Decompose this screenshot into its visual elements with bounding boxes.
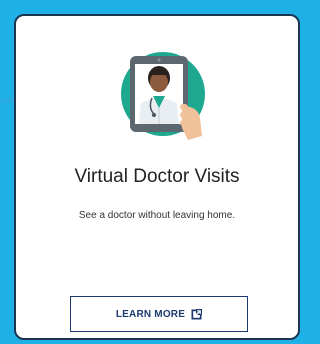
card-title: Virtual Doctor Visits: [74, 166, 240, 187]
doctor-tablet-icon: [121, 52, 205, 140]
learn-more-button[interactable]: LEARN MORE: [70, 296, 248, 332]
external-link-icon: [191, 308, 203, 319]
card-subtitle: See a doctor without leaving home.: [78, 210, 236, 221]
virtual-doctor-card: Virtual Doctor Visits See a doctor witho…: [14, 14, 300, 340]
learn-more-label: LEARN MORE: [115, 308, 186, 320]
